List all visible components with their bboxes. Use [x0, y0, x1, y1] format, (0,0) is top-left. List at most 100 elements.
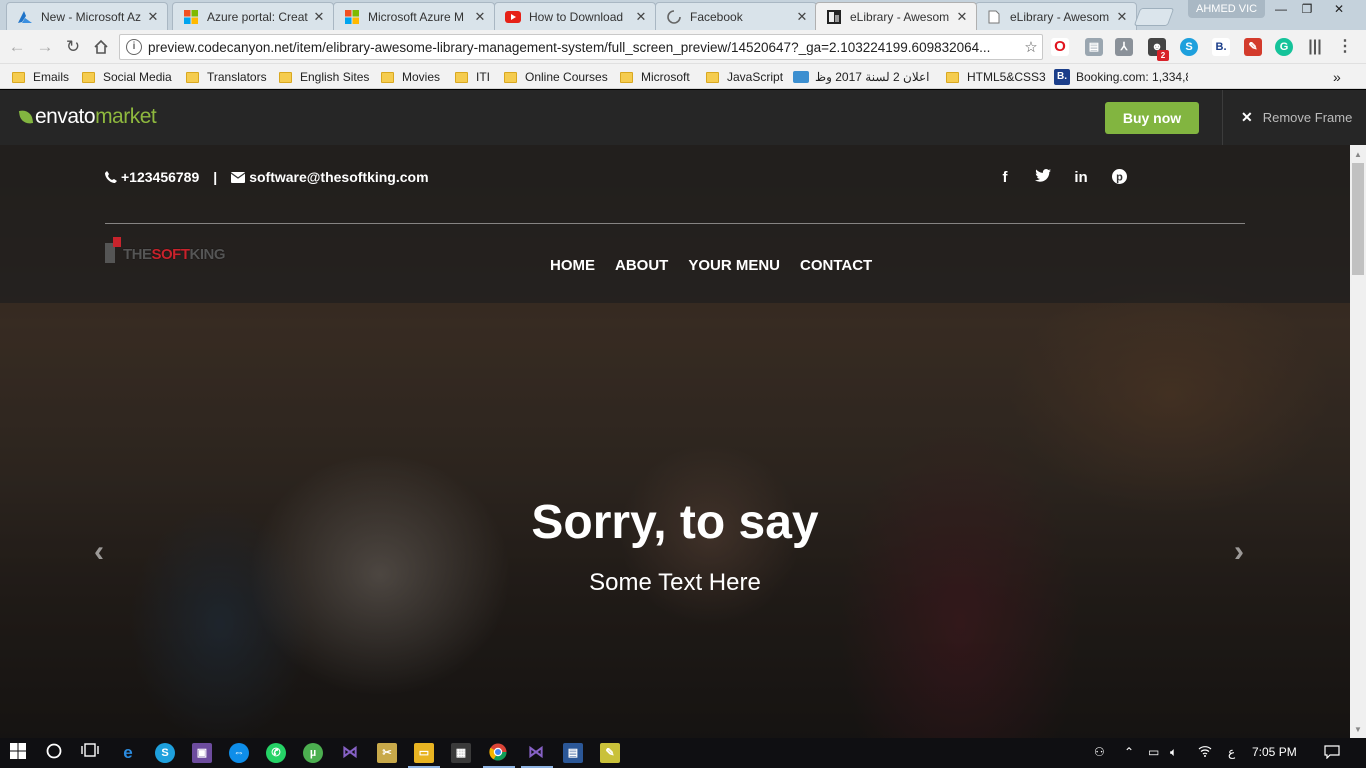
bookmark-manager-icon[interactable]: ✎ — [1244, 38, 1262, 56]
scrollbar-thumb[interactable] — [1352, 163, 1364, 275]
logo-text-soft: SOFT — [151, 246, 191, 263]
clock[interactable]: 7:05 PM — [1252, 745, 1297, 759]
notepad-icon[interactable]: ▤ — [563, 743, 583, 763]
home-icon[interactable] — [90, 36, 112, 58]
back-icon[interactable]: ← — [6, 36, 28, 58]
restore-icon[interactable]: ❐ — [1294, 0, 1320, 18]
volume-icon[interactable]: 🔈︎ — [1170, 745, 1177, 760]
close-icon[interactable]: ✕ — [472, 9, 488, 25]
bookmark-folder[interactable]: Emails — [12, 69, 69, 85]
bookmark-folder[interactable]: Movies — [381, 69, 440, 85]
booking-icon[interactable]: B. — [1212, 38, 1230, 56]
visual-studio-icon[interactable]: ⋈ — [340, 743, 360, 763]
bookmark-folder[interactable]: Translators — [186, 69, 267, 85]
close-icon[interactable]: ✕ — [1114, 9, 1130, 25]
notifications-icon[interactable] — [1324, 745, 1340, 762]
bookmark-link[interactable]: اعلان 2 لسنة 2017 وظ — [793, 69, 930, 85]
minimize-icon[interactable]: — — [1268, 0, 1294, 18]
linkedin-icon[interactable]: in — [1062, 169, 1100, 188]
remove-frame-button[interactable]: ✕ Remove Frame — [1241, 109, 1352, 126]
app-icon[interactable]: ▣ — [192, 743, 212, 763]
bookmark-folder[interactable]: Online Courses — [504, 69, 608, 85]
facebook-icon[interactable]: f — [986, 169, 1024, 188]
task-view-icon[interactable] — [80, 743, 100, 763]
site-logo[interactable]: THESOFTKING — [105, 237, 225, 263]
bookmark-folder[interactable]: HTML5&CSS3 — [946, 69, 1046, 85]
visual-studio-icon[interactable]: ⋈ — [526, 743, 546, 763]
edge-icon[interactable]: e — [118, 743, 138, 763]
close-icon[interactable]: ✕ — [145, 9, 161, 25]
sticky-notes-icon[interactable]: ✎ — [600, 743, 620, 763]
pinterest-icon[interactable]: p — [1100, 169, 1138, 188]
close-icon[interactable]: ✕ — [794, 9, 810, 25]
new-tab-button[interactable] — [1133, 8, 1175, 26]
bookmarks-overflow-button[interactable]: » — [1333, 69, 1341, 85]
reading-list-icon[interactable]: ||| — [1306, 38, 1324, 56]
tray-expand-icon[interactable]: ⌃ — [1124, 745, 1134, 759]
phone-number[interactable]: +123456789 — [121, 169, 199, 185]
vertical-scrollbar[interactable]: ▲ ▼ — [1350, 145, 1366, 738]
media-icon[interactable]: ▦ — [451, 743, 471, 763]
utorrent-icon[interactable]: µ — [303, 743, 323, 763]
window-close-icon[interactable]: ✕ — [1326, 0, 1352, 18]
bookmark-link[interactable]: B. Booking.com: 1,334,8 — [1054, 69, 1188, 85]
close-icon[interactable]: ✕ — [633, 9, 649, 25]
browser-tab[interactable]: Microsoft Azure M ✕ — [333, 2, 495, 30]
bookmark-folder[interactable]: ITI — [455, 69, 490, 85]
browser-tab[interactable]: Facebook ✕ — [655, 2, 817, 30]
close-icon[interactable]: ✕ — [954, 9, 970, 25]
browser-tab[interactable]: eLibrary - Awesom ✕ — [975, 2, 1137, 30]
input-language[interactable]: ع — [1228, 745, 1235, 759]
info-icon[interactable]: i — [126, 39, 142, 55]
file-explorer-icon[interactable]: ▭ — [414, 743, 434, 763]
bookmark-folder[interactable]: Social Media — [82, 69, 172, 85]
battery-icon[interactable]: ▭ — [1148, 745, 1159, 759]
whatsapp-icon[interactable]: ✆ — [266, 743, 286, 763]
chrome-icon[interactable] — [488, 743, 508, 763]
twitter-icon[interactable] — [1024, 169, 1062, 188]
teamviewer-icon[interactable]: ⇔ — [229, 743, 249, 763]
cortana-icon[interactable] — [44, 743, 64, 763]
bookmark-folder[interactable]: English Sites — [279, 69, 369, 85]
scroll-down-icon[interactable]: ▼ — [1350, 722, 1366, 738]
menu-item-your-menu[interactable]: YOUR MENU — [688, 257, 780, 274]
extension-icon[interactable]: ▤ — [1085, 38, 1103, 56]
bookmark-folder[interactable]: JavaScript — [706, 69, 783, 85]
email-link[interactable]: software@thesoftking.com — [249, 169, 428, 185]
close-icon[interactable]: ✕ — [311, 9, 327, 25]
grammarly-icon[interactable]: G — [1275, 38, 1293, 56]
bookmark-star-icon[interactable]: ☆ — [1020, 38, 1042, 56]
opera-icon[interactable]: O — [1051, 38, 1069, 56]
header-divider — [105, 223, 1245, 224]
browser-tab[interactable]: How to Download ✕ — [494, 2, 656, 30]
close-icon: ✕ — [1241, 109, 1253, 125]
profile-name[interactable]: AHMED VIC — [1188, 0, 1266, 18]
tools-icon[interactable]: ✂ — [377, 743, 397, 763]
envato-logo[interactable]: envato market — [18, 105, 157, 129]
tab-strip: New - Microsoft Az ✕ Azure portal: Creat… — [0, 0, 1366, 30]
buy-now-button[interactable]: Buy now — [1105, 102, 1199, 134]
wifi-icon[interactable] — [1198, 745, 1212, 760]
elibrary-icon — [826, 9, 842, 25]
browser-tab[interactable]: New - Microsoft Az ✕ — [6, 2, 168, 30]
url-bar[interactable]: i preview.codecanyon.net/item/elibrary-a… — [119, 34, 1043, 60]
site-preview: +123456789 | software@thesoftking.com f … — [0, 145, 1350, 738]
menu-item-contact[interactable]: CONTACT — [800, 257, 872, 274]
bookmarks-bar: Emails Social Media Translators English … — [0, 64, 1366, 89]
forward-icon[interactable]: → — [34, 36, 56, 58]
bookmark-folder[interactable]: Microsoft — [620, 69, 690, 85]
skype-icon[interactable]: S — [155, 743, 175, 763]
bookmark-label: HTML5&CSS3 — [967, 70, 1046, 84]
windows-start-icon[interactable] — [8, 743, 28, 763]
browser-tab-active[interactable]: eLibrary - Awesom ✕ — [815, 2, 977, 30]
skype-icon[interactable]: S — [1180, 38, 1198, 56]
hero-headline: Sorry, to say — [531, 496, 819, 549]
menu-icon[interactable]: ⋮ — [1336, 38, 1354, 56]
menu-item-home[interactable]: HOME — [550, 257, 595, 274]
acrobat-icon[interactable]: ⅄ — [1115, 38, 1133, 56]
scroll-up-icon[interactable]: ▲ — [1350, 147, 1366, 163]
browser-tab[interactable]: Azure portal: Creat ✕ — [172, 2, 334, 30]
people-icon[interactable]: ⚇ — [1094, 745, 1105, 759]
reload-icon[interactable]: ↻ — [62, 36, 84, 58]
menu-item-about[interactable]: ABOUT — [615, 257, 668, 274]
